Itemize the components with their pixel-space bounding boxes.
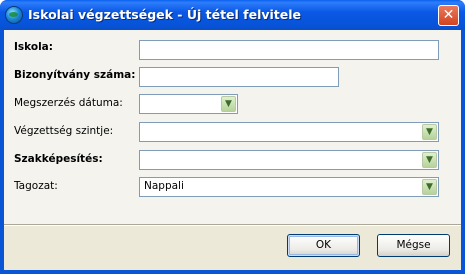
title-bar[interactable]: Iskolai végzettségek - Új tétel felvitel… xyxy=(0,0,465,30)
chevron-down-icon[interactable]: ▼ xyxy=(422,152,437,168)
cancel-button[interactable]: Mégse xyxy=(377,234,450,257)
megszerzes-datuma-picker[interactable]: ▼ xyxy=(139,94,238,114)
button-separator xyxy=(4,224,461,226)
tagozat-select[interactable]: Nappali ▼ xyxy=(139,177,439,197)
chevron-down-icon[interactable]: ▼ xyxy=(422,124,437,140)
globe-icon xyxy=(6,7,22,23)
vegzettseg-szintje-select[interactable]: ▼ xyxy=(139,122,439,142)
field-label-vegzettseg: Végzettség szintje: xyxy=(14,125,114,137)
field-label-bizonyitvany: Bizonyítvány száma: xyxy=(14,69,136,81)
chevron-down-icon[interactable]: ▼ xyxy=(422,179,437,195)
szakkepesites-select[interactable]: ▼ xyxy=(139,150,439,170)
tagozat-selected-value: Nappali xyxy=(144,180,184,192)
chevron-down-icon[interactable]: ▼ xyxy=(221,96,236,112)
ok-button[interactable]: OK xyxy=(287,234,360,257)
bizonyitvany-szama-input[interactable] xyxy=(139,67,339,87)
form-panel: Iskola: Bizonyítvány száma: Megszerzés d… xyxy=(4,30,461,224)
dialog-window: Iskolai végzettségek - Új tétel felvitel… xyxy=(0,0,465,274)
close-icon: ✕ xyxy=(442,7,455,23)
window-title: Iskolai végzettségek - Új tétel felvitel… xyxy=(28,7,302,22)
field-label-szakkepesites: Szakképesítés: xyxy=(14,153,103,165)
field-label-iskola: Iskola: xyxy=(14,41,53,53)
close-button[interactable]: ✕ xyxy=(438,5,459,26)
field-label-tagozat: Tagozat: xyxy=(14,180,58,192)
iskola-input[interactable] xyxy=(139,40,439,60)
field-label-megszerzes: Megszerzés dátuma: xyxy=(14,97,123,109)
dialog-client-area: Iskola: Bizonyítvány száma: Megszerzés d… xyxy=(4,30,461,270)
